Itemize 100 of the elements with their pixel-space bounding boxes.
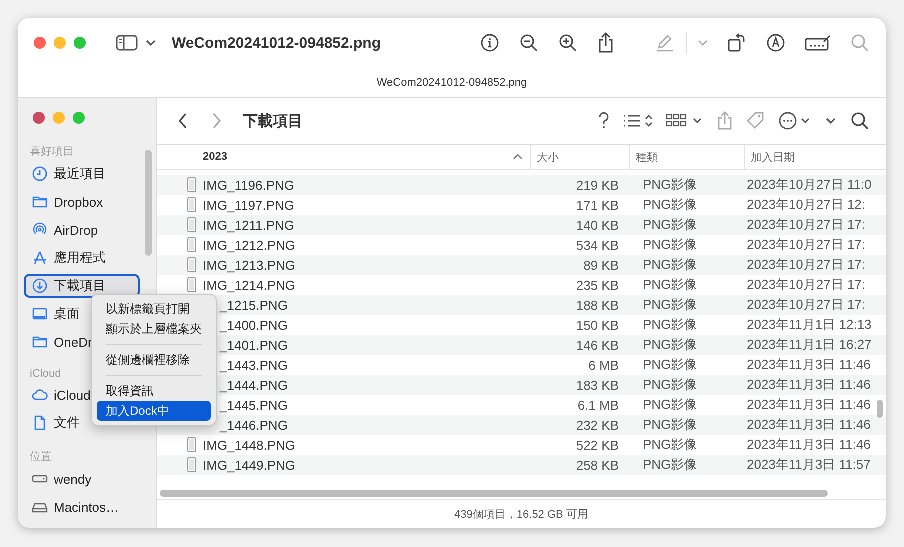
column-header[interactable]: 種類 bbox=[629, 145, 744, 169]
file-size: 6.1 MB bbox=[578, 398, 619, 412]
download-icon bbox=[32, 278, 48, 294]
date-added: 2023年10月27日 11:0 bbox=[747, 176, 872, 194]
status-text: 439個項目，16.52 GB 可用 bbox=[454, 508, 588, 522]
file-size: 188 KB bbox=[576, 298, 619, 312]
sidebar-item[interactable]: AirDrop bbox=[24, 218, 140, 242]
rotate-icon[interactable] bbox=[727, 33, 747, 53]
scrollbar-thumb[interactable] bbox=[877, 400, 883, 418]
sidebar-item[interactable]: 下載項目 bbox=[24, 274, 140, 298]
file-type: PNG影像 bbox=[643, 296, 698, 314]
folder-icon bbox=[32, 334, 48, 350]
signature-icon[interactable] bbox=[805, 34, 831, 52]
file-size: 219 KB bbox=[576, 178, 619, 192]
file-size: 146 KB bbox=[576, 338, 619, 352]
file-name[interactable]: _1215.PNG bbox=[220, 298, 288, 312]
date-added: 2023年11月3日 11:46 bbox=[747, 376, 871, 394]
date-added: 2023年11月3日 11:46 bbox=[747, 396, 871, 414]
date-added: 2023年11月3日 11:46 bbox=[747, 416, 871, 434]
file-name[interactable]: IMG_1213.PNG bbox=[203, 258, 296, 272]
pen-icon[interactable] bbox=[766, 33, 786, 53]
zoom-in-icon[interactable] bbox=[558, 33, 578, 53]
menu-item[interactable]: 以新標籤頁打開 bbox=[97, 299, 211, 319]
file-type: PNG影像 bbox=[643, 216, 698, 234]
folder-icon bbox=[32, 194, 48, 210]
file-type: PNG影像 bbox=[643, 276, 698, 294]
sidebar-item[interactable]: Macintos… bbox=[24, 495, 140, 519]
file-type: PNG影像 bbox=[643, 336, 698, 354]
file-size: 140 KB bbox=[576, 218, 619, 232]
file-name[interactable]: IMG_1448.PNG bbox=[203, 438, 296, 452]
close-button[interactable] bbox=[33, 112, 45, 124]
column-header[interactable]: 2023 bbox=[157, 145, 530, 169]
apps-icon bbox=[32, 250, 48, 266]
back-icon[interactable] bbox=[177, 112, 189, 130]
file-type: PNG影像 bbox=[643, 196, 698, 214]
file-name[interactable]: IMG_1211.PNG bbox=[203, 218, 295, 232]
close-button[interactable] bbox=[34, 37, 46, 49]
date-added: 2023年11月1日 12:13 bbox=[747, 316, 872, 334]
file-name[interactable]: IMG_1214.PNG bbox=[203, 278, 296, 292]
file-icon bbox=[187, 237, 197, 253]
file-name[interactable]: _1401.PNG bbox=[220, 338, 288, 352]
menu-item[interactable]: 從側邊欄裡移除 bbox=[97, 350, 211, 370]
sidebar-heading: iCloud bbox=[29, 368, 62, 380]
file-type: PNG影像 bbox=[643, 316, 698, 334]
search-icon[interactable] bbox=[850, 111, 870, 131]
sidebar-item[interactable]: 最近項目 bbox=[24, 162, 140, 186]
document-label: WeCom20241012-094852.png bbox=[376, 76, 528, 88]
file-type: PNG影像 bbox=[643, 376, 698, 394]
file-name[interactable]: IMG_1196.PNG bbox=[203, 178, 295, 192]
file-type: PNG影像 bbox=[643, 256, 698, 274]
info-icon[interactable] bbox=[480, 33, 500, 53]
sidebar-heading: 位置 bbox=[29, 450, 53, 464]
file-size: 171 KB bbox=[576, 198, 619, 212]
sidebar-item[interactable]: 應用程式 bbox=[24, 246, 140, 270]
file-name[interactable]: _1443.PNG bbox=[220, 358, 288, 372]
sidebar-item[interactable]: wendy bbox=[24, 467, 140, 491]
sidebar-icon[interactable] bbox=[116, 34, 138, 52]
file-type: PNG影像 bbox=[643, 456, 698, 474]
file-size: 6 MB bbox=[588, 358, 619, 372]
date-added: 2023年10月27日 17: bbox=[747, 216, 866, 234]
scrollbar-thumb[interactable] bbox=[145, 150, 152, 256]
file-type: PNG影像 bbox=[643, 236, 698, 254]
file-name[interactable]: IMG_1212.PNG bbox=[203, 238, 296, 252]
file-size: 534 KB bbox=[576, 238, 619, 252]
file-name[interactable]: _1445.PNG bbox=[220, 398, 288, 412]
more-icon[interactable] bbox=[778, 111, 812, 131]
file-name[interactable]: IMG_1449.PNG bbox=[203, 458, 296, 472]
zoom-out-icon[interactable] bbox=[519, 33, 539, 53]
file-type: PNG影像 bbox=[643, 436, 698, 454]
desktop-icon bbox=[32, 306, 48, 322]
date-added: 2023年10月27日 17: bbox=[747, 276, 866, 294]
clock-icon bbox=[32, 166, 48, 182]
scrollbar-thumb[interactable] bbox=[160, 490, 828, 496]
menu-item[interactable]: 取得資訊 bbox=[97, 381, 211, 401]
column-header[interactable]: 大小 bbox=[530, 145, 629, 169]
file-name[interactable]: _1446.PNG bbox=[220, 418, 288, 432]
date-added: 2023年11月3日 11:46 bbox=[747, 356, 871, 374]
file-size: 235 KB bbox=[576, 278, 619, 292]
file-size: 183 KB bbox=[576, 378, 619, 392]
date-added: 2023年11月3日 11:57 bbox=[747, 456, 871, 474]
window-title: WeCom20241012-094852.png bbox=[172, 34, 382, 52]
column-header[interactable]: 加入日期 bbox=[744, 145, 886, 169]
sidebar-item[interactable]: Dropbox bbox=[24, 190, 140, 214]
chevron-down-icon[interactable] bbox=[146, 39, 156, 47]
file-icon bbox=[187, 437, 197, 453]
help-icon[interactable] bbox=[598, 112, 610, 130]
file-name[interactable]: IMG_1197.PNG bbox=[203, 198, 295, 212]
file-type: PNG影像 bbox=[643, 356, 698, 374]
date-added: 2023年10月27日 17: bbox=[747, 296, 866, 314]
menu-item[interactable]: 顯示於上層檔案夾 bbox=[97, 319, 211, 339]
file-type: PNG影像 bbox=[643, 396, 698, 414]
cloud-icon bbox=[32, 387, 48, 403]
file-size: 258 KB bbox=[576, 458, 619, 472]
file-size: 150 KB bbox=[576, 318, 619, 332]
document-icon bbox=[32, 415, 48, 431]
date-added: 2023年10月27日 17: bbox=[747, 256, 866, 274]
menu-item[interactable]: 加入Dock中 bbox=[97, 401, 211, 421]
file-name[interactable]: _1400.PNG bbox=[220, 318, 288, 332]
share-icon[interactable] bbox=[597, 32, 615, 54]
file-name[interactable]: _1444.PNG bbox=[220, 378, 288, 392]
